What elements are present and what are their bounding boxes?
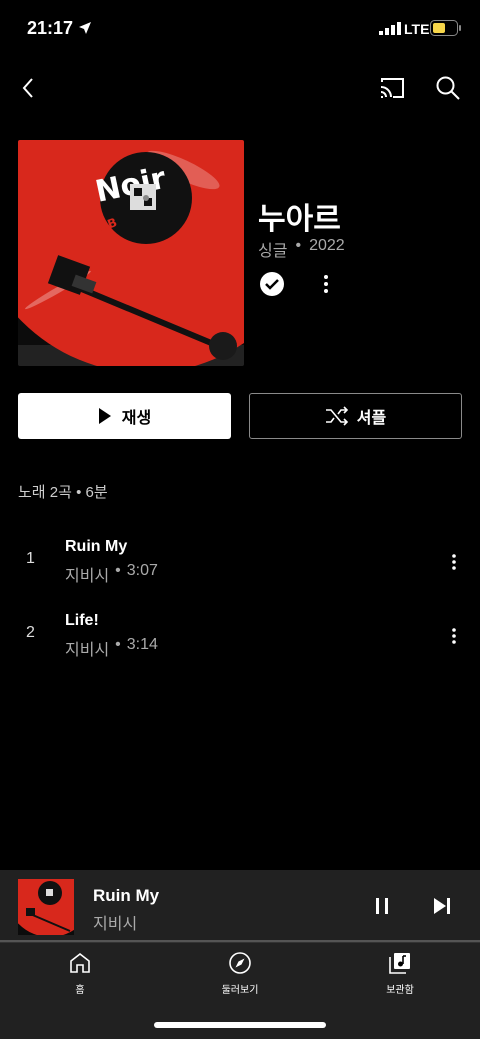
pause-icon [376,898,388,914]
home-indicator [154,1022,326,1028]
search-button[interactable] [432,72,464,104]
album-meta: 싱글 • 2022 [258,237,345,261]
mini-player-artist: 지비시 [93,916,138,933]
meta-separator: • [115,562,121,579]
play-button[interactable]: 재생 [18,393,231,439]
next-button[interactable] [428,892,456,920]
battery-icon [430,20,461,36]
shuffle-button[interactable]: 셔플 [249,393,462,439]
track-artist: 지비시 [65,642,110,659]
more-icon [452,554,456,570]
nav-library[interactable]: 보관함 [350,951,450,996]
track-row[interactable]: 2 Life! 지비시 • 3:14 [0,604,480,670]
album-summary: 노래 2곡 • 6분 [18,484,108,501]
skip-next-icon [434,898,450,914]
more-icon [324,275,328,293]
play-icon [98,408,111,424]
library-icon [389,953,410,974]
status-time: 21:17 [27,18,74,38]
shuffle-icon [325,406,348,426]
nav-explore[interactable]: 둘러보기 [190,951,290,996]
saved-button[interactable] [258,270,286,298]
album-type: 싱글 [258,243,288,260]
album-year: 2022 [309,237,345,254]
track-duration: 3:14 [126,636,158,653]
track-artist: 지비시 [65,568,110,585]
album-title: 누아르 [258,203,341,236]
explore-icon [229,952,251,974]
search-icon [436,76,460,100]
nav-label: 보관함 [386,985,414,996]
more-icon [452,628,456,644]
back-button[interactable] [14,74,42,102]
track-more-button[interactable] [444,622,464,650]
network-type: LTE [404,21,430,37]
meta-separator: • [295,237,302,254]
mini-player[interactable]: Ruin My 지비시 [0,870,480,942]
track-title: Ruin My [65,538,128,555]
location-arrow-icon [79,22,91,34]
play-label: 재생 [121,410,152,427]
shuffle-label: 셔플 [356,410,387,427]
cast-icon [380,78,404,98]
back-icon [22,78,33,98]
status-bar: 21:17 LTE [0,0,480,58]
track-title: Life! [65,612,99,629]
home-icon [70,952,90,973]
cast-button[interactable] [376,74,408,102]
track-number: 2 [26,624,35,641]
mini-player-art [18,879,74,935]
album-more-button[interactable] [314,270,338,298]
signal-icon [379,22,401,35]
mini-player-title: Ruin My [93,886,160,905]
nav-label: 홈 [75,985,85,996]
track-meta: 지비시 • 3:14 [65,636,158,660]
track-number: 1 [26,550,35,567]
track-duration: 3:07 [126,562,158,579]
nav-label: 둘러보기 [221,985,259,996]
pause-button[interactable] [368,892,396,920]
check-icon [260,272,284,296]
album-art: Noir GB [18,140,244,366]
meta-separator: • [115,636,121,653]
track-meta: 지비시 • 3:07 [65,562,158,586]
track-more-button[interactable] [444,548,464,576]
track-row[interactable]: 1 Ruin My 지비시 • 3:07 [0,530,480,596]
nav-home[interactable]: 홈 [30,951,130,996]
